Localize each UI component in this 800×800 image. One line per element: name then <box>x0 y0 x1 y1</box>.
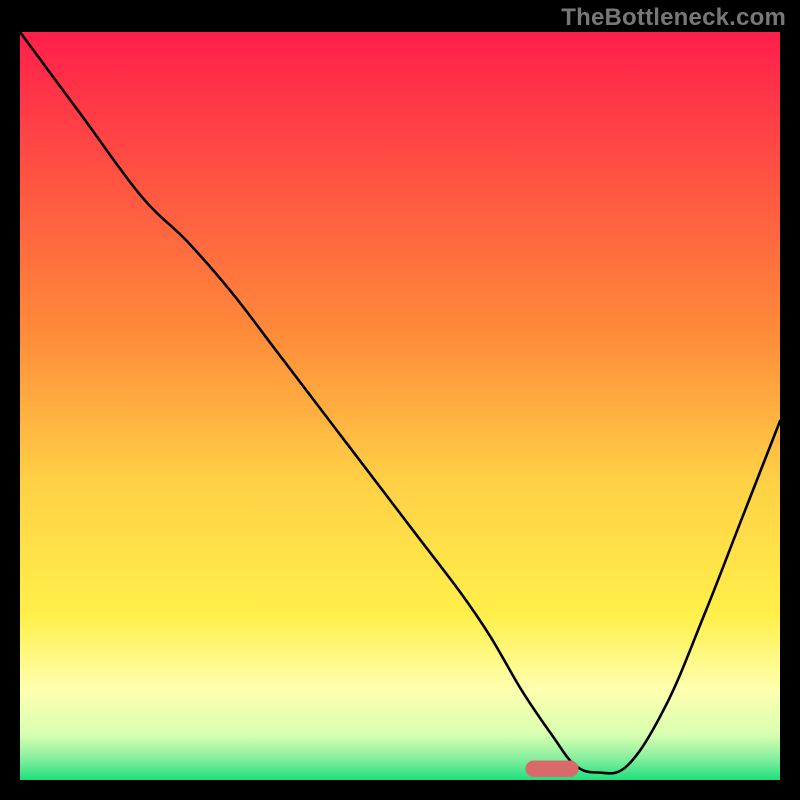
bottleneck-chart <box>20 32 780 780</box>
chart-background <box>20 32 780 780</box>
chart-plot-area <box>20 32 780 780</box>
optimal-marker <box>525 761 578 777</box>
watermark-text: TheBottleneck.com <box>561 4 786 32</box>
